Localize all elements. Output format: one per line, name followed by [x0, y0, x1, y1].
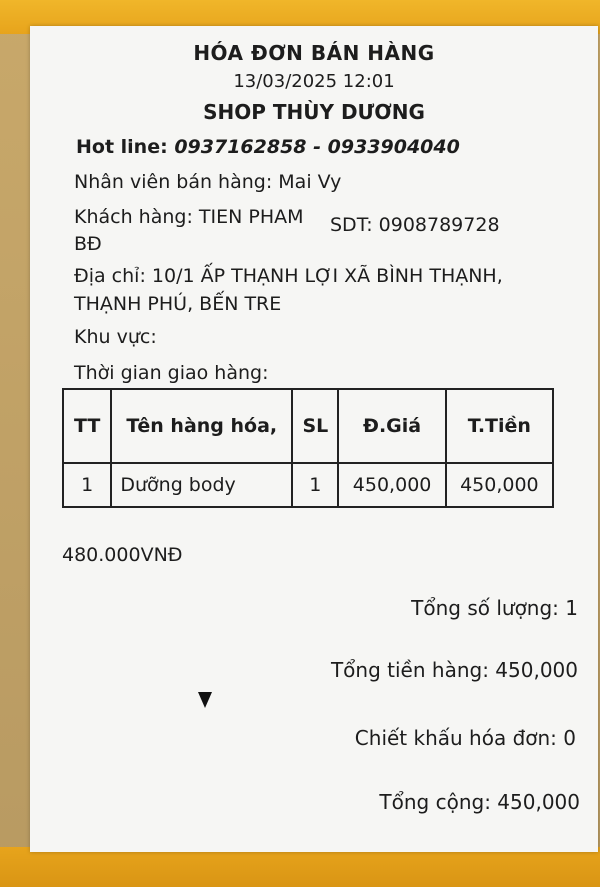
hotline-numbers: 0937162858 - 0933904040: [174, 136, 460, 158]
items-table: TT Tên hàng hóa, SL Đ.Giá T.Tiền 1 Dưỡng…: [61, 388, 555, 508]
hotline: Hot line: 0937162858 - 0933904040: [76, 136, 460, 158]
hotline-label: Hot line:: [76, 136, 175, 158]
printer-mark-icon: [198, 692, 212, 708]
address-line: Địa chỉ: 10/1 ẤP THẠNH LỢI XÃ BÌNH THẠNH…: [74, 265, 503, 315]
col-header-unit-price: Đ.Giá: [337, 388, 447, 464]
col-header-index: TT: [61, 388, 113, 464]
goods-total: Tổng tiền hàng: 450,000: [330, 658, 578, 682]
receipt-datetime: 13/03/2025 12:01: [233, 71, 395, 92]
cell-amount: 450,000: [444, 462, 555, 508]
total-in-text: 480.000VNĐ: [62, 544, 183, 566]
delivery-time-line: Thời gian giao hàng:: [74, 362, 269, 384]
receipt-paper: HÓA ĐƠN BÁN HÀNG 13/03/2025 12:01 SHOP T…: [30, 26, 598, 852]
table-row: 1 Dưỡng body 1 450,000 450,000: [61, 462, 555, 508]
table-header-row: TT Tên hàng hóa, SL Đ.Giá T.Tiền: [61, 388, 555, 464]
packing-tape-bottom: [0, 847, 600, 887]
cell-quantity: 1: [291, 462, 340, 508]
staff-line: Nhân viên bán hàng: Mai Vy: [74, 171, 342, 193]
area-line: Khu vực:: [74, 326, 157, 348]
customer-line: Khách hàng: TIEN PHAM BĐ: [74, 206, 304, 255]
col-header-product: Tên hàng hóa,: [110, 388, 294, 464]
cell-product: Dưỡng body: [110, 462, 294, 508]
cell-index: 1: [61, 462, 113, 508]
total-quantity: Tổng số lượng: 1: [411, 596, 578, 620]
cell-unit-price: 450,000: [337, 462, 447, 508]
col-header-quantity: SL: [291, 388, 340, 464]
shop-name: SHOP THÙY DƯƠNG: [203, 100, 425, 124]
customer-phone: SDT: 0908789728: [330, 214, 500, 236]
grand-total: Tổng cộng: 450,000: [379, 790, 580, 814]
col-header-amount: T.Tiền: [444, 388, 555, 464]
receipt-title: HÓA ĐƠN BÁN HÀNG: [193, 41, 435, 65]
invoice-discount: Chiết khấu hóa đơn: 0: [354, 726, 576, 750]
